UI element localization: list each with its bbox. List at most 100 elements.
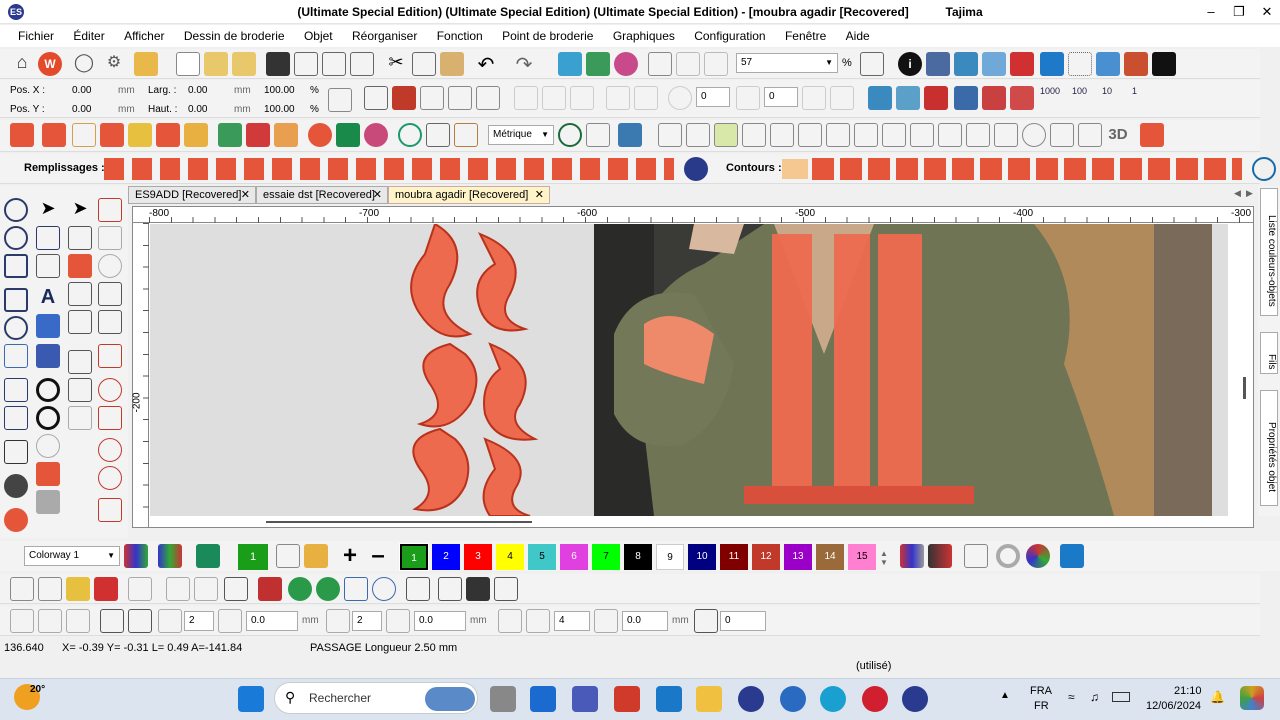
tatami-fill-icon[interactable] [42, 123, 66, 147]
grid-dots-icon[interactable] [1068, 52, 1092, 76]
offset-input-1[interactable]: 0.0 [246, 611, 298, 631]
color-swatch-11[interactable]: 11 [720, 544, 748, 570]
tab-scroll-left-icon[interactable]: ◀ [1234, 188, 1241, 199]
current-color[interactable]: 1 [238, 544, 268, 570]
colorway-select[interactable]: Colorway 1 ▼ [24, 546, 120, 566]
color-swatch-9[interactable]: 9 [656, 544, 684, 570]
color-swatch-2[interactable]: 2 [432, 544, 460, 570]
lockstitch-icon[interactable] [924, 86, 948, 110]
color-swatch-8[interactable]: 8 [624, 544, 652, 570]
paisley-motif[interactable] [476, 232, 529, 332]
close-icon[interactable]: ✕ [241, 187, 250, 203]
arc-red-icon[interactable] [98, 406, 122, 430]
color-swatch-4[interactable]: 4 [496, 544, 524, 570]
tab-color-object-list[interactable]: Liste couleurs-objets [1260, 188, 1278, 316]
print-icon[interactable] [322, 52, 346, 76]
spiral-icon[interactable] [36, 434, 60, 458]
team-names-icon[interactable] [36, 314, 60, 338]
folder-stack-icon[interactable] [134, 52, 158, 76]
stitch-type-8-icon[interactable] [854, 123, 878, 147]
stitch-player-icon[interactable] [586, 52, 610, 76]
mirror-spacing-icon[interactable] [10, 609, 34, 633]
globe-icon[interactable] [4, 474, 28, 498]
stitch-area[interactable] [150, 224, 1228, 516]
close-icon[interactable]: ✕ [1252, 0, 1280, 24]
menu-reorganiser[interactable]: Réorganiser [344, 25, 425, 47]
hexagon-grey-icon[interactable] [36, 490, 60, 514]
lock-proportions-icon[interactable] [328, 88, 352, 112]
pinterest-icon[interactable] [862, 686, 888, 712]
stitch-type-15-icon[interactable] [1050, 123, 1074, 147]
stitch-type-11-icon[interactable] [938, 123, 962, 147]
stitch-100-label[interactable]: 100 [1072, 86, 1087, 96]
remove-overlap-icon[interactable] [166, 577, 190, 601]
menu-graphiques[interactable]: Graphiques [605, 25, 683, 47]
flip-icon[interactable] [100, 609, 124, 633]
tab-moubra-agadir[interactable]: moubra agadir [Recovered] ✕ [388, 186, 550, 204]
tab-threads[interactable]: Fils [1260, 332, 1278, 374]
edge-icon[interactable] [820, 686, 846, 712]
stitch-type-7-icon[interactable] [826, 123, 850, 147]
mail-icon[interactable] [656, 686, 682, 712]
print-preview-icon[interactable] [350, 52, 374, 76]
compass-icon[interactable] [558, 123, 582, 147]
fish-icon[interactable] [184, 123, 208, 147]
picture-icon[interactable] [218, 123, 242, 147]
grid-icon[interactable] [982, 52, 1006, 76]
digitize-icon[interactable] [618, 123, 642, 147]
stitch-edit-icon[interactable] [36, 254, 60, 278]
wave-fill-icon[interactable] [100, 123, 124, 147]
skew-icon[interactable] [606, 86, 630, 110]
auto-start-icon[interactable] [868, 86, 892, 110]
input-a-icon[interactable] [4, 198, 28, 222]
slope-icon[interactable] [694, 609, 718, 633]
eyedropper-icon[interactable] [276, 544, 300, 568]
paint-bucket-icon[interactable] [304, 544, 328, 568]
mirror-h-icon[interactable] [514, 86, 538, 110]
embroidery-app-icon[interactable] [738, 686, 764, 712]
paste-icon[interactable] [440, 52, 464, 76]
moon-fill-icon[interactable] [684, 157, 708, 181]
zoom-out-icon[interactable] [704, 52, 728, 76]
pos-y-value[interactable]: 0.00 [72, 104, 91, 115]
color-swatch-10[interactable]: 10 [688, 544, 716, 570]
applique-icon[interactable] [128, 123, 152, 147]
task-view-icon[interactable] [490, 686, 516, 712]
color-swatch-13[interactable]: 13 [784, 544, 812, 570]
mdp-app-icon[interactable] [530, 686, 556, 712]
count-input[interactable]: 4 [554, 611, 590, 631]
paisley-motif[interactable] [482, 437, 531, 516]
grid-layout-icon[interactable] [454, 123, 478, 147]
offset-2-icon[interactable] [386, 609, 410, 633]
circle-frame-icon[interactable] [398, 123, 422, 147]
point-select-icon[interactable] [68, 226, 92, 250]
color-replace-icon[interactable] [928, 544, 952, 568]
hexagon-dot-icon[interactable] [36, 406, 60, 430]
units-select[interactable]: Métrique ▼ [488, 125, 554, 145]
wilcom-logo-icon[interactable]: W [38, 52, 62, 76]
sliders-icon[interactable] [438, 577, 462, 601]
star-icon[interactable] [274, 123, 298, 147]
color-select-icon[interactable] [68, 254, 92, 278]
circle-red-icon[interactable] [98, 378, 122, 402]
stitch-type-5-icon[interactable] [770, 123, 794, 147]
slope-input[interactable]: 0 [720, 611, 766, 631]
contour-patterns[interactable] [812, 158, 1242, 180]
person-icon[interactable] [406, 577, 430, 601]
paisley-motif[interactable] [483, 342, 539, 441]
home-icon[interactable]: ⌂ [10, 52, 34, 76]
pentagon-icon[interactable] [98, 310, 122, 334]
contour-circle-icon[interactable] [1252, 157, 1276, 181]
shirt-icon[interactable] [336, 123, 360, 147]
clock-time[interactable]: 21:10 [1174, 685, 1202, 697]
notification-icon[interactable]: 🔔 [1210, 690, 1225, 704]
contour-running-icon[interactable] [782, 159, 808, 179]
height-value[interactable]: 0.00 [188, 104, 207, 115]
reshape-icon[interactable] [802, 86, 826, 110]
trim-overlap-icon[interactable] [194, 577, 218, 601]
stitch-green-2-icon[interactable] [316, 577, 340, 601]
vertical-spacing-icon[interactable] [38, 609, 62, 633]
color-swatch-1[interactable]: 1 [399, 543, 429, 571]
table-icon[interactable] [426, 123, 450, 147]
add-color-icon[interactable]: + [338, 544, 362, 568]
